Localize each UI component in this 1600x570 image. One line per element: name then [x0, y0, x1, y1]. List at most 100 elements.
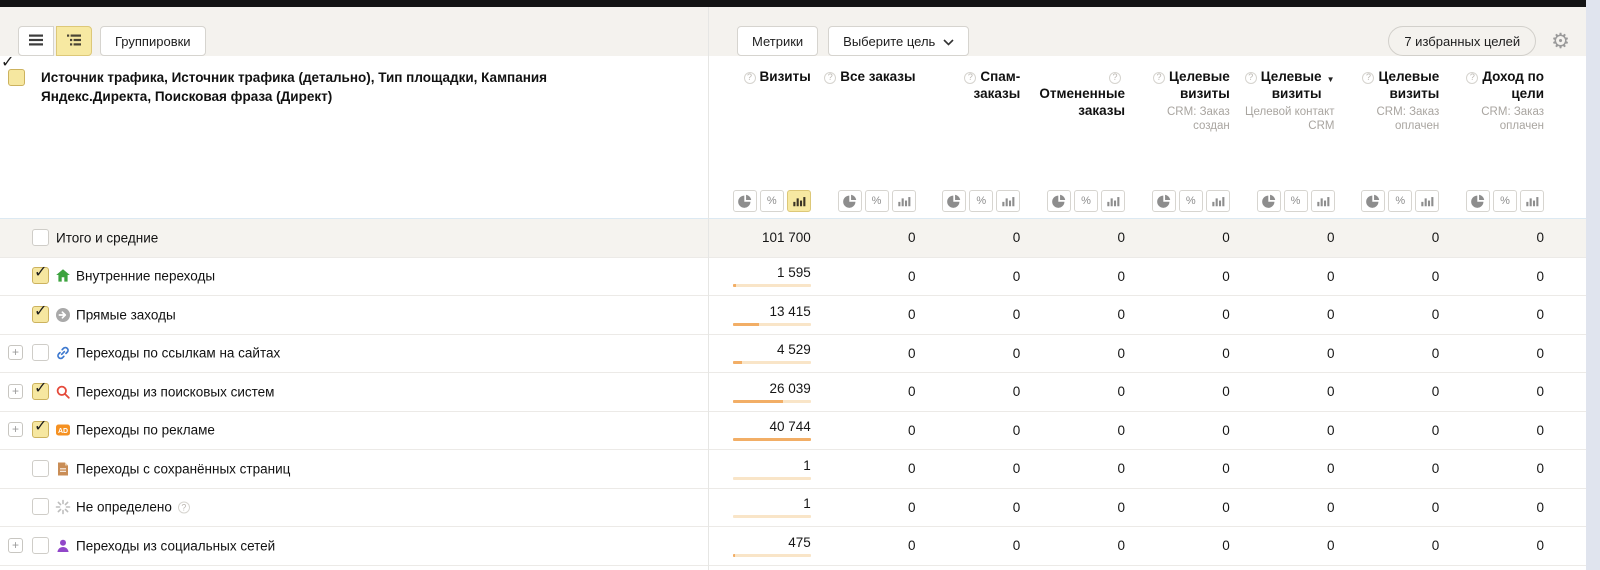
row-label[interactable]: Внутренние переходы	[76, 269, 215, 284]
list-view-button[interactable]	[18, 26, 54, 56]
goal-select-button[interactable]: Выберите цель	[828, 26, 969, 56]
mini-pie-button[interactable]	[1047, 190, 1071, 212]
column-header[interactable]: ?Визиты	[710, 58, 815, 133]
metric-cell: 0	[1339, 335, 1444, 373]
mini-percent-button[interactable]: %	[1179, 190, 1203, 212]
metric-cell: 0	[1234, 527, 1339, 565]
column-header[interactable]: ?Все заказы	[815, 58, 920, 133]
row-label[interactable]: Итого и средние	[56, 230, 158, 245]
row-checkbox[interactable]: ✓	[32, 306, 49, 323]
row-label[interactable]: Переходы по ссылкам на сайтах	[76, 346, 280, 361]
help-icon[interactable]: ?	[824, 72, 836, 84]
mini-percent-button[interactable]: %	[1493, 190, 1517, 212]
column-header[interactable]: ?Отмененные заказы	[1024, 58, 1129, 133]
help-icon[interactable]: ?	[1362, 72, 1374, 84]
metric-cell: 0	[920, 258, 1025, 296]
metric-cell: 0	[1443, 489, 1548, 527]
row-checkbox[interactable]	[32, 498, 49, 515]
dimensions-header-text[interactable]: Источник трафика, Источник трафика (дета…	[8, 68, 658, 106]
groupings-button[interactable]: Группировки	[100, 26, 206, 56]
scrollbar-track[interactable]	[1586, 0, 1600, 570]
metric-cell: 0	[815, 566, 920, 570]
column-header[interactable]: ?Целевые визитыCRM: Заказ создан	[1129, 58, 1234, 133]
metric-cell: 0	[1129, 527, 1234, 565]
help-icon[interactable]: ?	[1466, 72, 1478, 84]
metric-cell: 0	[1339, 296, 1444, 334]
help-icon[interactable]: ?	[1245, 72, 1257, 84]
metric-cell: 0	[1339, 258, 1444, 296]
help-icon[interactable]: ?	[744, 72, 756, 84]
metric-cell: 0	[1024, 566, 1129, 570]
table-body: Итого и средние101 7000000000✓Внутренние…	[0, 218, 1586, 570]
table-row: Переходы с сохранённых страниц10000000	[0, 450, 1586, 489]
dimension-cell: +Переходы из рекомендательных систем	[0, 566, 710, 570]
mini-bars-button[interactable]	[1311, 190, 1335, 212]
favorite-goals-button[interactable]: 7 избранных целей	[1388, 26, 1536, 56]
mini-percent-button[interactable]: %	[1074, 190, 1098, 212]
metrika-report-page: Группировки Метрики Выберите цель 7 избр…	[0, 0, 1600, 570]
row-label[interactable]: Переходы с сохранённых страниц	[76, 461, 290, 476]
help-icon[interactable]: ?	[1109, 72, 1121, 84]
gear-icon[interactable]: ⚙	[1551, 27, 1570, 55]
expand-button[interactable]: +	[8, 422, 23, 437]
mini-bars-button[interactable]	[1101, 190, 1125, 212]
metric-cell: 0	[1024, 335, 1129, 373]
mini-bars-button[interactable]	[1415, 190, 1439, 212]
visits-bar	[733, 361, 811, 364]
metric-cell: 0	[1339, 219, 1444, 257]
row-checkbox[interactable]	[32, 537, 49, 554]
row-label[interactable]: Переходы по рекламе	[76, 423, 215, 438]
row-checkbox[interactable]	[32, 229, 49, 246]
row-label[interactable]: Прямые заходы	[76, 307, 176, 322]
metric-cell: 0	[1443, 527, 1548, 565]
help-icon[interactable]: ?	[1153, 72, 1165, 84]
help-icon[interactable]: ?	[964, 72, 976, 84]
metric-cell: 0	[815, 373, 920, 411]
mini-bars-button[interactable]	[1206, 190, 1230, 212]
metric-cell: 4 529	[710, 335, 815, 373]
metric-cell: 475	[710, 527, 815, 565]
expand-button[interactable]: +	[8, 345, 23, 360]
row-label[interactable]: Переходы из социальных сетей	[76, 538, 275, 553]
column-header[interactable]: ?Доход по целиCRM: Заказ оплачен	[1443, 58, 1548, 133]
metric-cell: 0	[1024, 373, 1129, 411]
mini-bars-button[interactable]	[996, 190, 1020, 212]
metric-cell: 0	[1129, 258, 1234, 296]
mini-pie-button[interactable]	[733, 190, 757, 212]
help-icon[interactable]: ?	[178, 502, 190, 514]
mini-pie-button[interactable]	[1361, 190, 1385, 212]
mini-pie-button[interactable]	[1152, 190, 1176, 212]
mini-pie-button[interactable]	[1466, 190, 1490, 212]
row-checkbox[interactable]	[32, 460, 49, 477]
mini-percent-button[interactable]: %	[1284, 190, 1308, 212]
row-checkbox[interactable]: ✓	[32, 421, 49, 438]
mini-bars-button[interactable]	[787, 190, 811, 212]
column-header[interactable]: ?Спам-заказы	[920, 58, 1025, 133]
mini-bars-button[interactable]	[1520, 190, 1544, 212]
row-checkbox[interactable]: ✓	[32, 267, 49, 284]
metric-cell: 0	[1024, 489, 1129, 527]
mini-pie-button[interactable]	[838, 190, 862, 212]
row-label[interactable]: Не определено?	[76, 500, 190, 515]
mini-percent-button[interactable]: %	[969, 190, 993, 212]
row-label[interactable]: Переходы из поисковых систем	[76, 384, 274, 399]
expand-button[interactable]: +	[8, 384, 23, 399]
expand-button[interactable]: +	[8, 538, 23, 553]
mini-percent-button[interactable]: %	[865, 190, 889, 212]
mini-percent-button[interactable]: %	[760, 190, 784, 212]
row-checkbox[interactable]: ✓	[32, 383, 49, 400]
metric-cell: 0	[1129, 450, 1234, 488]
tree-view-button[interactable]	[56, 26, 92, 56]
metric-cell: 0	[1339, 489, 1444, 527]
mini-pie-button[interactable]	[942, 190, 966, 212]
metrics-button[interactable]: Метрики	[737, 26, 818, 56]
mini-percent-button[interactable]: %	[1388, 190, 1412, 212]
column-header[interactable]: ?Целевые визиты▼Целевой контакт CRM	[1234, 58, 1339, 133]
row-checkbox[interactable]	[32, 344, 49, 361]
mini-bars-button[interactable]	[892, 190, 916, 212]
metric-cell: 0	[1234, 373, 1339, 411]
metric-cell: 0	[1129, 296, 1234, 334]
mini-pie-button[interactable]	[1257, 190, 1281, 212]
column-header[interactable]: ?Целевые визитыCRM: Заказ оплачен	[1339, 58, 1444, 133]
dimensions-checkbox[interactable]: ✓	[8, 69, 25, 86]
